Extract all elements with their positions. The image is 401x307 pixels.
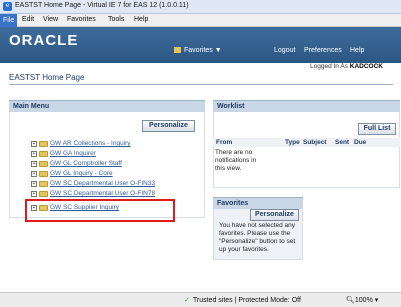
- expand-icon[interactable]: +: [31, 161, 37, 167]
- window-titlebar: e EASTST Home Page - Virtual IE 7 for EA…: [0, 0, 401, 14]
- highlight-annotation: [25, 199, 175, 222]
- folder-icon: [39, 181, 48, 187]
- menu-item-gl-comptroller[interactable]: GW GL Comptroller Staff: [50, 160, 122, 167]
- page-title: EASTST Home Page: [9, 73, 85, 82]
- expand-icon[interactable]: +: [31, 141, 37, 147]
- help-link[interactable]: Help: [350, 47, 364, 54]
- logout-link[interactable]: Logout: [274, 47, 295, 54]
- worklist-heading: Worklist: [213, 100, 400, 112]
- column-sent[interactable]: Sent: [335, 138, 350, 147]
- favorites-dropdown[interactable]: Favorites ▼: [174, 47, 222, 54]
- username: KADCOCK: [349, 63, 383, 70]
- menu-edit[interactable]: Edit: [22, 16, 34, 23]
- menu-item-gl-inquiry[interactable]: GW GL Inquiry - Core: [50, 170, 113, 177]
- full-list-button[interactable]: Full List: [358, 123, 396, 135]
- column-from[interactable]: From: [216, 138, 233, 147]
- menu-favorites[interactable]: Favorites: [67, 16, 96, 23]
- checkmark-icon: ✓: [184, 297, 190, 304]
- menu-item-sc-fin33[interactable]: GW SC Departmental User O-FIN33: [50, 180, 155, 187]
- worklist-empty-message: There are no notifications in this view.: [215, 149, 257, 172]
- zoom-value: 100%: [354, 297, 373, 304]
- folder-icon: [39, 161, 48, 167]
- main-menu-personalize-button[interactable]: Personalize: [142, 120, 195, 132]
- logged-in-label: Logged In As: [310, 63, 348, 70]
- folder-icon: [39, 191, 48, 197]
- menu-view[interactable]: View: [43, 16, 58, 23]
- preferences-link[interactable]: Preferences: [304, 47, 342, 54]
- folder-icon: [39, 171, 48, 177]
- magnifier-icon: 🔍︎: [346, 297, 355, 304]
- security-zone[interactable]: ✓ Trusted sites | Protected Mode: Off: [184, 296, 301, 304]
- expand-icon[interactable]: +: [31, 151, 37, 157]
- column-subject[interactable]: Subject: [303, 138, 327, 147]
- title-divider: [9, 84, 393, 85]
- menu-help[interactable]: Help: [134, 16, 148, 23]
- app-header: ORACLE Favorites ▼ Logout Preferences He…: [0, 27, 401, 63]
- favorites-dropdown-label: Favorites ▼: [184, 47, 222, 54]
- ie-icon: e: [3, 2, 12, 11]
- main-menu-heading: Main Menu: [9, 100, 205, 112]
- security-zone-label: Trusted sites | Protected Mode: Off: [192, 297, 301, 304]
- favorites-message: You have not selected any favorites. Ple…: [219, 222, 296, 253]
- column-due[interactable]: Due: [354, 138, 367, 147]
- expand-icon[interactable]: +: [31, 181, 37, 187]
- menu-file[interactable]: File: [0, 14, 18, 27]
- favorites-heading: Favorites: [213, 197, 303, 209]
- menu-tools[interactable]: Tools: [108, 16, 124, 23]
- menu-bar: File Edit View Favorites Tools Help: [0, 14, 401, 27]
- logged-in-status: Logged In As KADCOCK: [310, 63, 383, 70]
- oracle-logo: ORACLE: [9, 32, 79, 49]
- menu-item-sc-fin78[interactable]: GW SC Departmental User O-FIN78: [50, 190, 155, 197]
- expand-icon[interactable]: +: [31, 191, 37, 197]
- folder-icon: [39, 151, 48, 157]
- menu-item-ar-collections[interactable]: GW AR Collections - Inquiry: [50, 140, 131, 147]
- folder-icon: [39, 141, 48, 147]
- favorites-folder-icon: [174, 47, 181, 53]
- column-type[interactable]: Type: [285, 138, 300, 147]
- window-title: EASTST Home Page - Virtual IE 7 for EAS …: [15, 2, 189, 9]
- favorites-personalize-button[interactable]: Personalize: [250, 209, 299, 221]
- expand-icon[interactable]: +: [31, 171, 37, 177]
- zoom-level[interactable]: 🔍︎100% ▾: [346, 296, 378, 304]
- status-bar: ✓ Trusted sites | Protected Mode: Off 🔍︎1…: [0, 292, 401, 307]
- menu-item-ga-inquirer[interactable]: GW GA Inquirer: [50, 150, 96, 157]
